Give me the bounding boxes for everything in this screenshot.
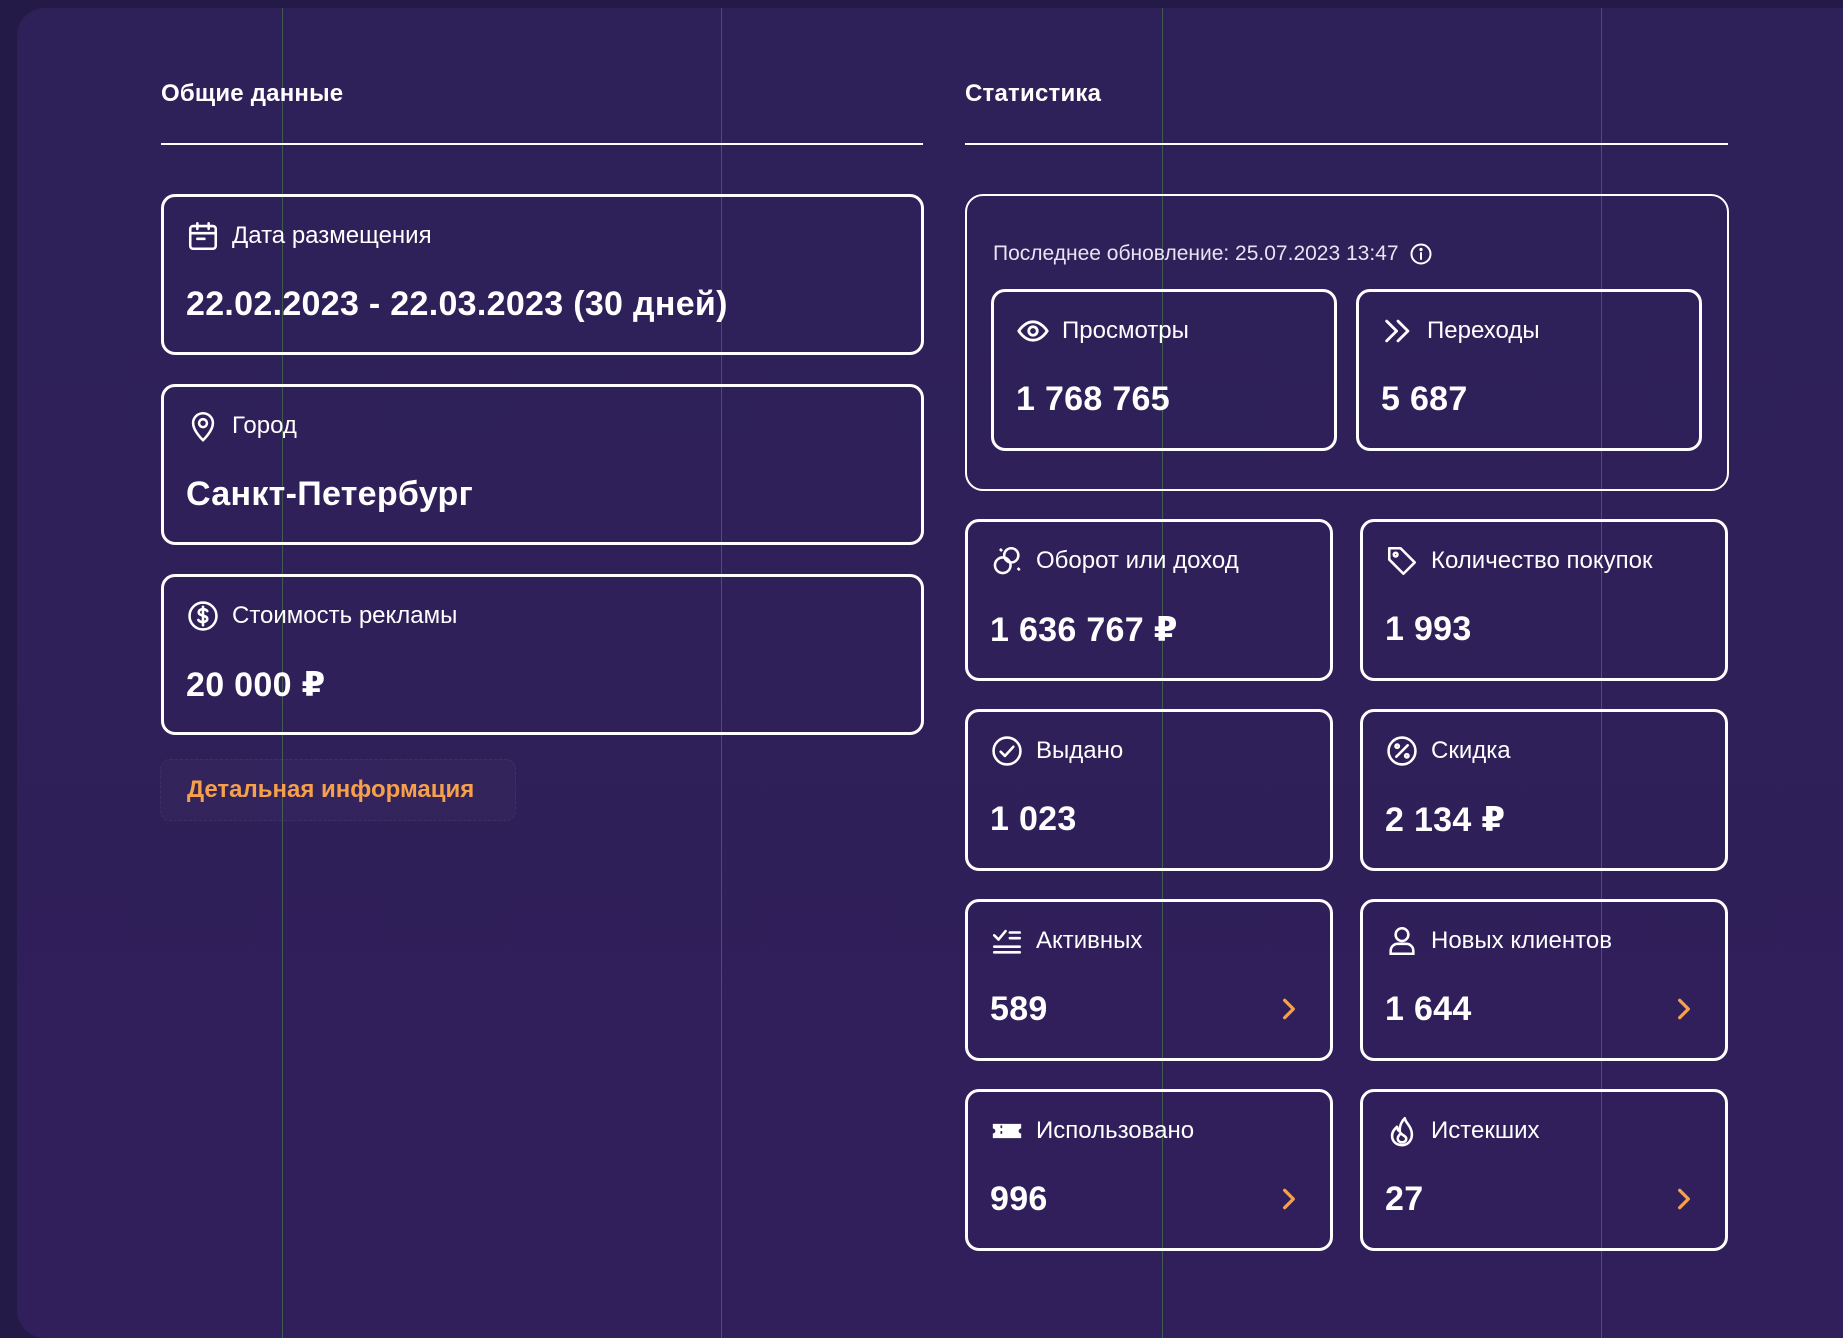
map-pin-icon bbox=[191, 411, 215, 442]
general-section-title: Общие данные bbox=[161, 80, 344, 107]
dollar-circle-icon bbox=[188, 601, 218, 631]
double-chevron-icon bbox=[1385, 319, 1410, 343]
views-card: Просмотры 1 768 765 bbox=[991, 289, 1337, 451]
new-clients-label: Новых клиентов bbox=[1431, 927, 1612, 954]
tag-icon bbox=[1387, 546, 1417, 576]
new-clients-value: 1 644 bbox=[1385, 990, 1472, 1028]
active-value: 589 bbox=[990, 990, 1048, 1028]
expired-value: 27 bbox=[1385, 1180, 1424, 1218]
eye-icon bbox=[1017, 320, 1049, 342]
cost-label: Стоимость рекламы bbox=[232, 602, 458, 629]
stats-section-title: Статистика bbox=[965, 80, 1102, 107]
info-icon[interactable] bbox=[1409, 242, 1433, 266]
user-icon bbox=[1389, 926, 1415, 956]
chevron-right-icon[interactable] bbox=[1671, 994, 1697, 1024]
city-label: Город bbox=[232, 412, 297, 439]
used-card[interactable]: Использовано 996 bbox=[965, 1089, 1333, 1251]
used-value: 996 bbox=[990, 1180, 1048, 1218]
coins-icon bbox=[993, 546, 1021, 575]
cost-value: 20 000 ₽ bbox=[186, 666, 326, 704]
stats-divider bbox=[965, 143, 1728, 145]
purchases-value: 1 993 bbox=[1385, 610, 1472, 648]
city-value: Санкт-Петербург bbox=[186, 475, 474, 513]
discount-value: 2 134 ₽ bbox=[1385, 801, 1506, 839]
turnover-label: Оборот или доход bbox=[1036, 547, 1239, 574]
city-card: Город Санкт-Петербург bbox=[161, 384, 924, 545]
chevron-right-icon[interactable] bbox=[1671, 1184, 1697, 1214]
turnover-card: Оборот или доход 1 636 767 ₽ bbox=[965, 519, 1333, 681]
views-label: Просмотры bbox=[1062, 317, 1189, 344]
clicks-card: Переходы 5 687 bbox=[1356, 289, 1702, 451]
used-label: Использовано bbox=[1036, 1117, 1195, 1144]
cost-card: Стоимость рекламы 20 000 ₽ bbox=[161, 574, 924, 735]
percent-circle-icon bbox=[1387, 736, 1417, 766]
date-card: Дата размещения 22.02.2023 - 22.03.2023 … bbox=[161, 194, 924, 355]
purchases-card: Количество покупок 1 993 bbox=[1360, 519, 1728, 681]
clicks-label: Переходы bbox=[1427, 317, 1540, 344]
purchases-label: Количество покупок bbox=[1431, 547, 1653, 574]
date-value: 22.02.2023 - 22.03.2023 (30 дней) bbox=[186, 285, 728, 323]
ticket-icon bbox=[992, 1123, 1022, 1139]
clicks-value: 5 687 bbox=[1381, 380, 1468, 418]
flame-icon bbox=[1390, 1116, 1414, 1147]
issued-card: Выдано 1 023 bbox=[965, 709, 1333, 871]
detail-info-button[interactable]: Детальная информация bbox=[160, 759, 516, 821]
date-label: Дата размещения bbox=[232, 222, 432, 249]
active-label: Активных bbox=[1036, 927, 1143, 954]
new-clients-card[interactable]: Новых клиентов 1 644 bbox=[1360, 899, 1728, 1061]
calendar-icon bbox=[188, 221, 218, 251]
expired-card[interactable]: Истекших 27 bbox=[1360, 1089, 1728, 1251]
views-value: 1 768 765 bbox=[1016, 380, 1170, 418]
chevron-right-icon[interactable] bbox=[1276, 1184, 1302, 1214]
turnover-value: 1 636 767 ₽ bbox=[990, 611, 1178, 649]
checklist-icon bbox=[992, 929, 1022, 954]
issued-label: Выдано bbox=[1036, 737, 1124, 764]
active-card[interactable]: Активных 589 bbox=[965, 899, 1333, 1061]
chevron-right-icon[interactable] bbox=[1276, 994, 1302, 1024]
discount-card: Скидка 2 134 ₽ bbox=[1360, 709, 1728, 871]
discount-label: Скидка bbox=[1431, 737, 1511, 764]
expired-label: Истекших bbox=[1431, 1117, 1540, 1144]
issued-value: 1 023 bbox=[990, 800, 1077, 838]
check-circle-icon bbox=[992, 736, 1022, 766]
last-update-text: Последнее обновление: 25.07.2023 13:47 bbox=[993, 242, 1399, 265]
general-divider bbox=[161, 143, 923, 145]
